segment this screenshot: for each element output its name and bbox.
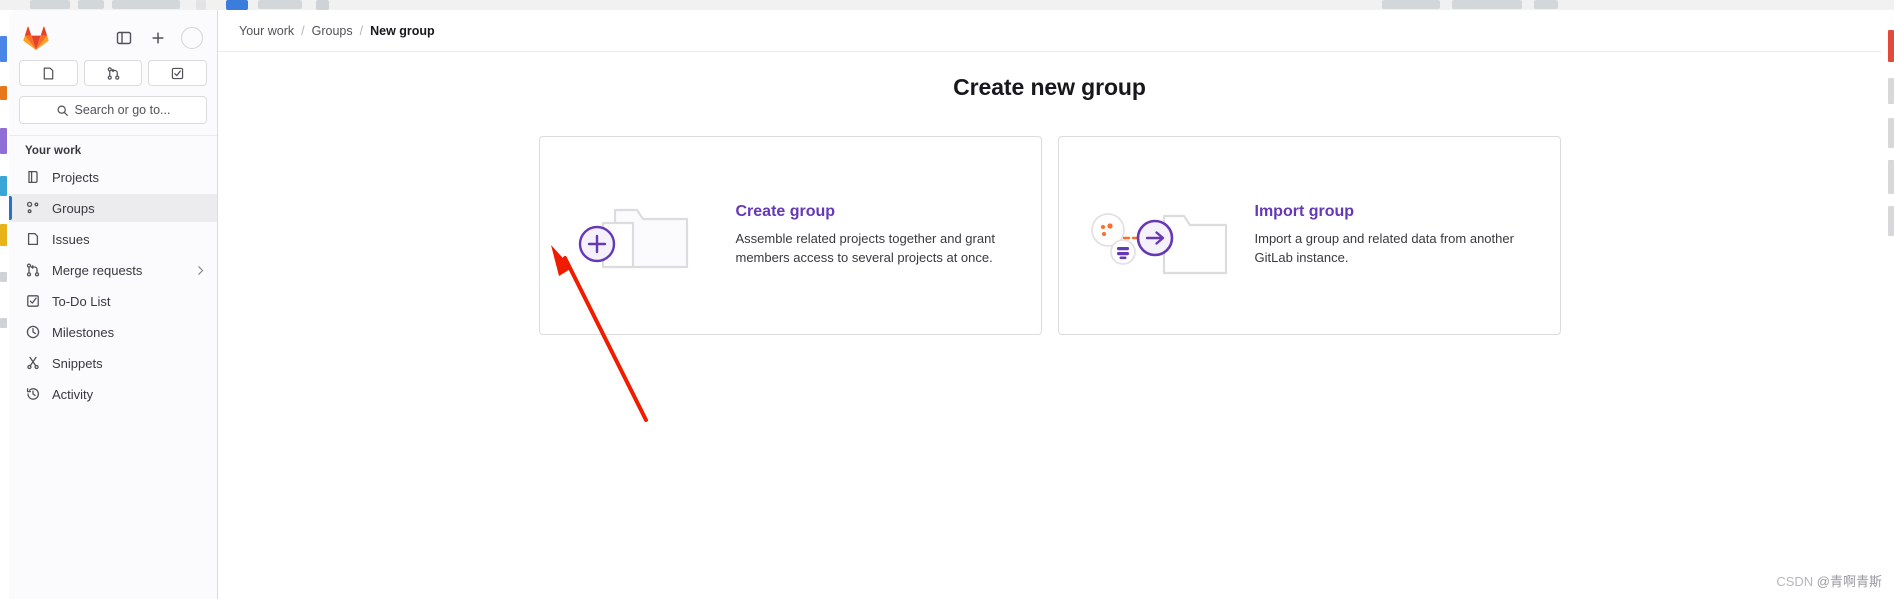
folder-plus-icon — [578, 208, 688, 268]
breadcrumb-item-groups[interactable]: Groups — [312, 24, 353, 38]
issues-icon — [43, 67, 54, 79]
edge-artifact — [0, 318, 7, 328]
projects-icon — [28, 170, 38, 184]
merge-request-icon — [107, 66, 119, 80]
watermark-author: @青啊青斯 — [1816, 574, 1882, 589]
groups-icon — [26, 201, 39, 214]
chrome-fragment — [1534, 0, 1558, 9]
sidebar-header — [9, 10, 217, 58]
edge-artifact — [0, 224, 7, 246]
sidebar-item-label: Snippets — [52, 355, 103, 371]
chrome-fragment — [30, 0, 70, 9]
search-input[interactable]: Search or go to... — [19, 96, 207, 124]
folder-import-icon — [1090, 212, 1227, 274]
sidebar-item-activity[interactable]: Activity — [9, 380, 217, 408]
chrome-fragment — [316, 0, 329, 10]
chrome-fragment — [1452, 0, 1522, 9]
create-group-description: Assemble related projects together and g… — [735, 231, 995, 265]
issues-icon — [27, 232, 39, 246]
import-group-card[interactable]: Import group Import a group and related … — [1057, 136, 1561, 335]
chrome-fragment — [1382, 0, 1440, 9]
create-group-title[interactable]: Create group — [736, 203, 1017, 221]
edge-artifact — [0, 176, 7, 196]
breadcrumb-separator: / — [359, 23, 364, 38]
watermark: CSDN @青啊青斯 — [1776, 571, 1882, 590]
sidebar-section-title: Your work — [25, 145, 82, 157]
folder-import-illustration — [1083, 190, 1233, 282]
sidebar-header-actions — [113, 27, 203, 49]
chrome-fragment — [258, 0, 302, 9]
search-placeholder: Search or go to... — [74, 103, 171, 117]
sidebar-item-label: Projects — [52, 169, 99, 185]
edge-artifact — [1888, 118, 1894, 148]
import-group-description: Import a group and related data from ano… — [1254, 231, 1514, 265]
create-new-button[interactable] — [147, 27, 169, 49]
user-avatar[interactable] — [181, 27, 203, 49]
history-icon — [26, 388, 39, 400]
edge-artifact — [0, 86, 7, 100]
quick-merge-requests-button[interactable] — [83, 60, 143, 86]
sidebar-item-label: Milestones — [52, 324, 115, 340]
sidebar-item-projects[interactable]: Projects — [9, 163, 217, 191]
breadcrumb-item-your-work[interactable]: Your work — [239, 24, 294, 38]
sidebar-item-label: Activity — [52, 386, 94, 402]
edge-artifact — [1888, 30, 1894, 62]
page-title: Create new group — [953, 74, 1146, 100]
sidebar-item-merge-requests[interactable]: Merge requests — [9, 256, 217, 284]
sidebar-item-milestones[interactable]: Milestones — [9, 318, 217, 346]
breadcrumb-item-new-group[interactable]: New group — [370, 24, 435, 38]
edge-artifact — [1888, 160, 1894, 194]
todo-check-icon — [171, 67, 184, 79]
edge-artifact — [1888, 206, 1894, 236]
option-cards: Create group Assemble related projects t… — [218, 136, 1881, 335]
chrome-tab-indicator — [226, 0, 248, 10]
sidebar-item-groups[interactable]: Groups — [9, 194, 217, 222]
screenshot-root: Search or go to... Your work Projects Gr… — [0, 0, 1894, 599]
chrome-fragment — [78, 0, 104, 9]
sidebar-item-label: To-Do List — [52, 293, 111, 309]
chrome-fragment — [196, 0, 206, 10]
edge-artifact — [0, 36, 7, 62]
page-body: Create new group Create group Assemble r… — [218, 52, 1881, 335]
sidebar-toggle-button[interactable] — [113, 27, 135, 49]
scissors-icon — [27, 356, 39, 370]
breadcrumb: Your work / Groups / New group — [218, 10, 1881, 52]
main-content: Your work / Groups / New group Create ne… — [218, 10, 1881, 599]
create-group-card[interactable]: Create group Assemble related projects t… — [538, 136, 1042, 335]
plus-icon — [152, 32, 164, 44]
chrome-fragment — [112, 0, 180, 9]
quick-todo-button[interactable] — [148, 60, 208, 86]
edge-artifact — [0, 272, 7, 282]
sidebar-quick-actions — [9, 58, 217, 86]
sidebar-item-issues[interactable]: Issues — [9, 225, 217, 253]
edge-artifact — [1888, 78, 1894, 104]
sidebar-item-label: Groups — [52, 200, 95, 216]
folder-plus-illustration — [564, 190, 714, 282]
clock-icon — [26, 325, 40, 339]
breadcrumb-separator: / — [301, 23, 305, 38]
sidebar-item-label: Merge requests — [52, 262, 143, 278]
sidebar-item-todo-list[interactable]: To-Do List — [9, 287, 217, 315]
create-group-card-body: Create group Assemble related projects t… — [736, 203, 1017, 268]
watermark-brand: CSDN — [1776, 574, 1814, 589]
import-group-title[interactable]: Import group — [1255, 203, 1536, 221]
browser-chrome-strip — [0, 0, 1894, 10]
sidebar-toggle-icon — [116, 31, 132, 45]
sidebar-item-label: Issues — [52, 231, 90, 247]
sidebar-item-snippets[interactable]: Snippets — [9, 349, 217, 377]
merge-request-icon — [26, 263, 40, 277]
search-icon — [57, 105, 68, 116]
import-group-card-body: Import group Import a group and related … — [1255, 203, 1536, 268]
edge-artifact — [0, 128, 7, 154]
sidebar: Search or go to... Your work Projects Gr… — [9, 10, 218, 599]
chevron-right-icon — [198, 265, 204, 275]
quick-issues-button[interactable] — [19, 60, 78, 86]
todo-check-icon — [27, 295, 39, 307]
gitlab-tanuki-logo[interactable] — [23, 26, 49, 50]
